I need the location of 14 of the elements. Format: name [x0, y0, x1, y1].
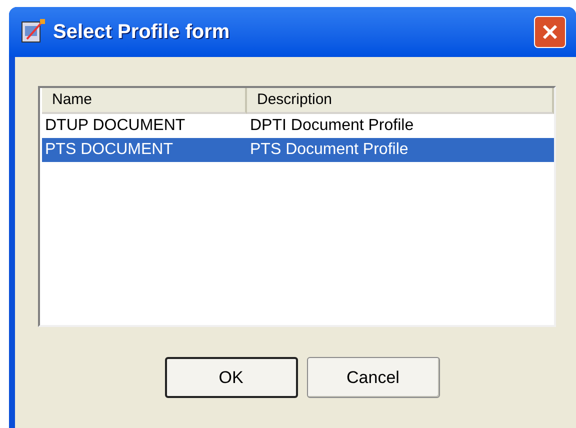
list-cell-text: PTS Document Profile	[249, 140, 408, 160]
list-row[interactable]: PTS DOCUMENT PTS Document Profile	[42, 138, 554, 162]
list-cell-text: DTUP DOCUMENT	[44, 116, 186, 136]
close-icon	[541, 23, 559, 41]
close-button[interactable]	[534, 16, 566, 48]
list-row[interactable]: DTUP DOCUMENT DPTI Document Profile	[42, 114, 554, 138]
dialog-button[interactable]: OK	[164, 357, 298, 398]
list-cell-text: DPTI Document Profile	[249, 116, 414, 136]
form-icon	[19, 19, 45, 45]
column-header[interactable]: Description	[247, 88, 554, 114]
column-header[interactable]: Name	[42, 88, 247, 114]
list-cell-text: PTS DOCUMENT	[44, 140, 174, 160]
dialog-button[interactable]: Cancel	[306, 357, 440, 398]
window-title: Select Profile form	[53, 20, 230, 45]
